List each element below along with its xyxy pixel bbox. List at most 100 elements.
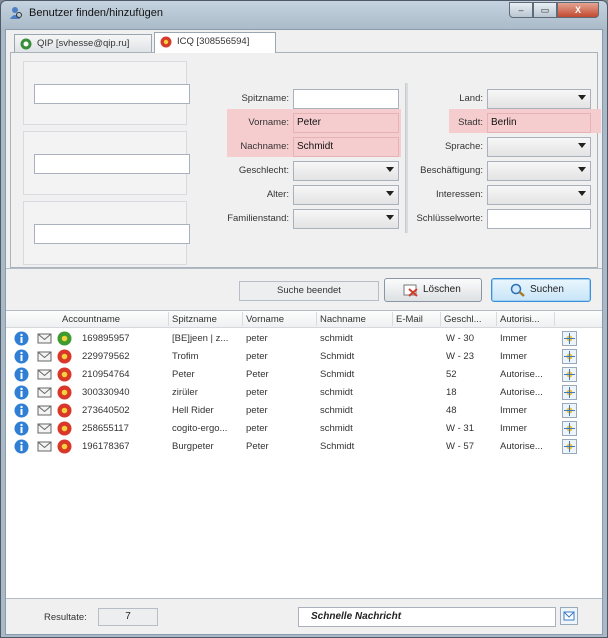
column-divider[interactable]	[242, 312, 243, 326]
cell-vorname: peter	[246, 333, 268, 344]
add-contact-icon[interactable]	[562, 421, 577, 436]
clear-button-label: Löschen	[423, 284, 461, 295]
stadt-input[interactable]: Berlin	[487, 113, 591, 133]
column-divider[interactable]	[392, 312, 393, 326]
quick-message-input[interactable]: Schnelle Nachricht	[298, 607, 556, 627]
table-row[interactable]: 196178367 Burgpeter Peter Schmidt W - 57 Auto…	[6, 438, 602, 456]
table-row[interactable]: 229979562 Trofim peter Schmidt W - 23 Immer	[6, 348, 602, 366]
vorname-input[interactable]: Peter	[293, 113, 399, 133]
col-accountname[interactable]: Accountname	[62, 314, 120, 325]
column-divider[interactable]	[496, 312, 497, 326]
cell-account: 196178367	[82, 441, 130, 452]
table-row[interactable]: 258655117 cogito-ergo... peter schmidt W - 3…	[6, 420, 602, 438]
land-select[interactable]	[487, 89, 591, 109]
offline-flower-icon[interactable]	[57, 349, 72, 364]
cell-account: 258655117	[82, 423, 129, 434]
results-count-label: Resultate:	[44, 612, 87, 623]
maximize-button[interactable]: ▭	[533, 2, 557, 18]
online-flower-icon[interactable]	[57, 331, 72, 346]
cell-nachname: schmidt	[320, 333, 353, 344]
mail-icon[interactable]	[37, 439, 52, 454]
offline-flower-icon[interactable]	[57, 421, 72, 436]
cell-account: 273640502	[82, 405, 130, 416]
add-contact-icon[interactable]	[562, 367, 577, 382]
user-info-icon[interactable]	[14, 403, 29, 418]
user-info-icon[interactable]	[14, 349, 29, 364]
user-info-icon[interactable]	[14, 421, 29, 436]
cell-nick: cogito-ergo...	[172, 423, 228, 434]
mail-icon[interactable]	[37, 367, 52, 382]
geschlecht-select[interactable]	[293, 161, 399, 181]
column-divider[interactable]	[168, 312, 169, 326]
close-button[interactable]: X	[557, 2, 599, 18]
chevron-down-icon	[386, 167, 394, 172]
add-contact-icon[interactable]	[562, 439, 577, 454]
user-info-icon[interactable]	[14, 385, 29, 400]
clear-button[interactable]: Löschen	[384, 278, 482, 302]
search-group-email	[23, 131, 190, 195]
mail-icon[interactable]	[37, 385, 52, 400]
beschaeftigung-select[interactable]	[487, 161, 591, 181]
interessen-select[interactable]	[487, 185, 591, 205]
schluesselworte-input[interactable]	[487, 209, 591, 229]
cell-geschlecht: W - 31	[446, 423, 474, 434]
column-divider[interactable]	[554, 312, 555, 326]
divider	[6, 268, 602, 270]
add-contact-icon[interactable]	[562, 385, 577, 400]
cell-nick: Peter	[172, 369, 195, 380]
col-email[interactable]: E-Mail	[396, 314, 423, 325]
col-geschlecht[interactable]: Geschl...	[444, 314, 482, 325]
col-autorisierung[interactable]: Autorisi...	[500, 314, 540, 325]
col-spitzname[interactable]: Spitzname	[172, 314, 217, 325]
search-criteria-panel: Spitzname: Vorname: Peter Nachname: Schm…	[10, 52, 601, 268]
sprache-select[interactable]	[487, 137, 591, 157]
search-button[interactable]: Suchen	[491, 278, 591, 302]
user-info-icon[interactable]	[14, 439, 29, 454]
offline-flower-icon[interactable]	[57, 367, 72, 382]
cell-nachname: schmidt	[320, 387, 353, 398]
offline-flower-icon[interactable]	[57, 385, 72, 400]
column-divider[interactable]	[316, 312, 317, 326]
tab-qip[interactable]: QIP [svhesse@qip.ru]	[14, 34, 152, 52]
cell-geschlecht: W - 23	[446, 351, 474, 362]
mail-icon[interactable]	[37, 403, 52, 418]
add-contact-icon[interactable]	[562, 349, 577, 364]
window-title: Benutzer finden/hinzufügen	[29, 7, 163, 19]
tab-icq[interactable]: ICQ [308556594]	[154, 32, 276, 53]
title-bar[interactable]: Benutzer finden/hinzufügen – ▭ X	[1, 1, 607, 27]
nachname-input[interactable]: Schmidt	[293, 137, 399, 157]
alter-select[interactable]	[293, 185, 399, 205]
mail-icon[interactable]	[37, 349, 52, 364]
mail-icon[interactable]	[37, 421, 52, 436]
results-count: 7	[98, 608, 158, 626]
phone-input[interactable]	[34, 224, 190, 244]
cell-vorname: peter	[246, 405, 268, 416]
minimize-button[interactable]: –	[509, 2, 533, 18]
cell-nachname: Schmidt	[320, 351, 355, 362]
table-row[interactable]: 273640502 Hell Rider peter schmidt 48 Immer	[6, 402, 602, 420]
table-row[interactable]: 210954764 Peter Peter Schmidt 52 Autorise...	[6, 366, 602, 384]
send-message-icon[interactable]	[560, 607, 578, 625]
mail-icon[interactable]	[37, 331, 52, 346]
chevron-down-icon	[386, 191, 394, 196]
col-vorname[interactable]: Vorname	[246, 314, 284, 325]
offline-flower-icon[interactable]	[57, 439, 72, 454]
table-row[interactable]: 300330940 zirüler peter schmidt 18 Autorise..…	[6, 384, 602, 402]
user-info-icon[interactable]	[14, 331, 29, 346]
spitzname-input[interactable]	[293, 89, 399, 109]
uin-input[interactable]	[34, 84, 190, 104]
results-list[interactable]: Accountname Spitzname Vorname Nachname E…	[6, 310, 602, 598]
familienstand-select[interactable]	[293, 209, 399, 229]
chevron-down-icon	[578, 143, 586, 148]
sprache-label: Sprache:	[444, 141, 483, 152]
add-contact-icon[interactable]	[562, 403, 577, 418]
user-info-icon[interactable]	[14, 367, 29, 382]
col-nachname[interactable]: Nachname	[320, 314, 366, 325]
spitzname-label: Spitzname:	[241, 93, 289, 104]
column-divider[interactable]	[440, 312, 441, 326]
add-contact-icon[interactable]	[562, 331, 577, 346]
offline-flower-icon[interactable]	[57, 403, 72, 418]
email-input[interactable]	[34, 154, 190, 174]
table-row[interactable]: 169895957 [BE]jeen | z... peter schmidt W - …	[6, 330, 602, 348]
search-status: Suche beendet	[239, 281, 379, 301]
